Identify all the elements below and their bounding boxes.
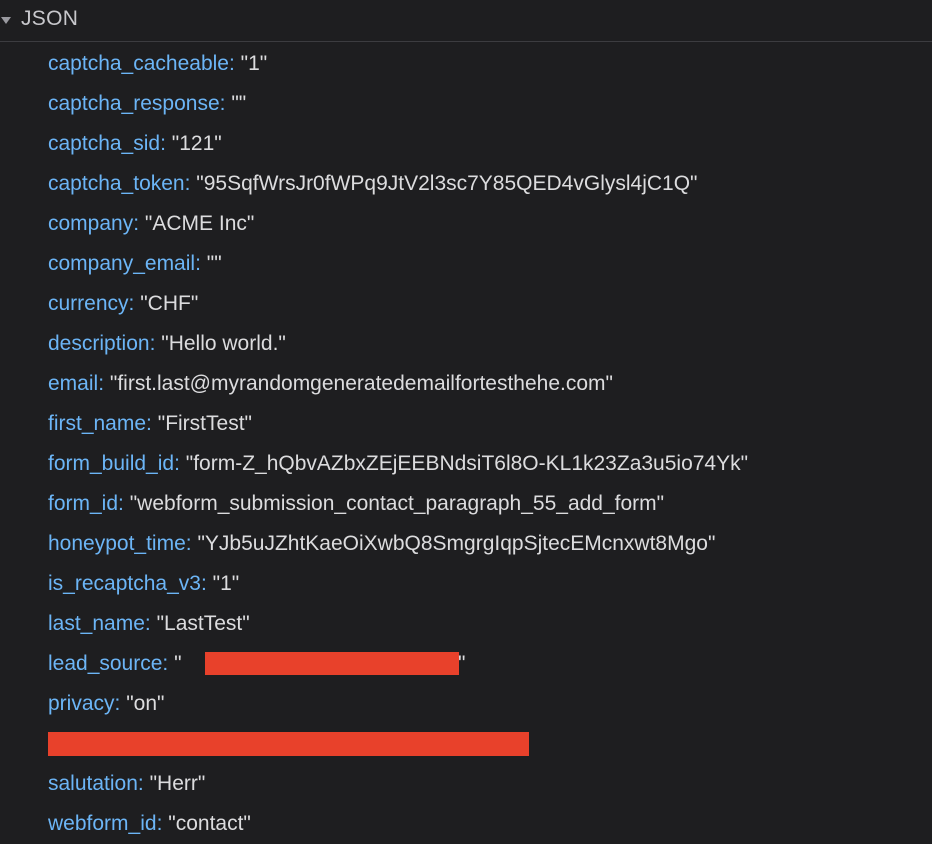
json-key: salutation xyxy=(48,772,138,795)
json-row[interactable]: company: "ACME Inc" xyxy=(48,204,928,244)
json-value: "LastTest" xyxy=(156,612,250,635)
json-row[interactable]: honeypot_time: "YJb5uJZhtKaeOiXwbQ8Smgrg… xyxy=(48,524,928,564)
json-value: "webform_submission_contact_paragraph_55… xyxy=(129,492,665,515)
json-key: company xyxy=(48,212,134,235)
json-value: "form-Z_hQbvAZbxZEjEEBNdsiT6l8O-KL1k23Za… xyxy=(185,452,749,475)
json-value: "ACME Inc" xyxy=(144,212,255,235)
json-row[interactable]: currency: "CHF" xyxy=(48,284,928,324)
json-section-header[interactable]: JSON xyxy=(0,0,932,42)
section-title: JSON xyxy=(21,6,79,30)
json-row[interactable]: email: "first.last@myrandomgeneratedemai… xyxy=(48,364,928,404)
json-value: "first.last@myrandomgeneratedemailfortes… xyxy=(109,372,613,395)
json-value: "" xyxy=(206,252,222,275)
json-value: "FirstTest" xyxy=(157,412,252,435)
json-key: lead_source xyxy=(48,652,163,675)
json-key: is_recaptcha_v3 xyxy=(48,572,201,595)
json-key: captcha_cacheable xyxy=(48,52,229,75)
json-row[interactable]: description: "Hello world." xyxy=(48,324,928,364)
json-key: captcha_token xyxy=(48,172,185,195)
json-row-redacted[interactable] xyxy=(48,724,928,764)
json-value: "" xyxy=(231,92,247,115)
json-key: email xyxy=(48,372,99,395)
json-value: "1" xyxy=(212,572,240,595)
json-row[interactable]: form_build_id: "form-Z_hQbvAZbxZEjEEBNds… xyxy=(48,444,928,484)
json-value: "95SqfWrsJr0fWPq9JtV2l3sc7Y85QED4vGlysl4… xyxy=(196,172,698,195)
json-value: "Herr" xyxy=(149,772,206,795)
json-row[interactable]: first_name: "FirstTest" xyxy=(48,404,928,444)
json-row[interactable]: salutation: "Herr" xyxy=(48,764,928,804)
json-value: "Hello world." xyxy=(161,332,286,355)
redaction-bar xyxy=(205,652,459,675)
json-key: currency xyxy=(48,292,129,315)
json-key: captcha_response xyxy=(48,92,220,115)
json-value-close-quote: " xyxy=(458,652,466,675)
json-row[interactable]: captcha_token: "95SqfWrsJr0fWPq9JtV2l3sc… xyxy=(48,164,928,204)
redaction-bar xyxy=(48,732,529,756)
json-row[interactable]: is_recaptcha_v3: "1" xyxy=(48,564,928,604)
json-value: "121" xyxy=(171,132,222,155)
json-key: privacy xyxy=(48,692,115,715)
disclosure-triangle-down-icon[interactable] xyxy=(1,16,11,24)
json-key: last_name xyxy=(48,612,145,635)
json-value: "1" xyxy=(240,52,268,75)
json-key: form_id xyxy=(48,492,119,515)
json-row[interactable]: form_id: "webform_submission_contact_par… xyxy=(48,484,928,524)
json-value: "on" xyxy=(126,692,165,715)
json-row[interactable]: webform_id: "contact" xyxy=(48,804,928,844)
json-key: first_name xyxy=(48,412,147,435)
json-key: form_build_id xyxy=(48,452,175,475)
json-row[interactable]: captcha_sid: "121" xyxy=(48,124,928,164)
json-row[interactable]: last_name: "LastTest" xyxy=(48,604,928,644)
json-key: webform_id xyxy=(48,812,157,835)
json-row[interactable]: company_email: "" xyxy=(48,244,928,284)
json-key: company_email xyxy=(48,252,196,275)
json-key: honeypot_time xyxy=(48,532,186,555)
json-key-value-list: captcha_cacheable: "1" captcha_response:… xyxy=(48,44,928,844)
json-value: "CHF" xyxy=(140,292,199,315)
json-value-open-quote: " xyxy=(174,652,182,675)
json-key: captcha_sid xyxy=(48,132,161,155)
json-row[interactable]: lead_source: " " xyxy=(48,644,928,684)
json-key: description xyxy=(48,332,150,355)
json-row[interactable]: privacy: "on" xyxy=(48,684,928,724)
json-row[interactable]: captcha_cacheable: "1" xyxy=(48,44,928,84)
json-value: "contact" xyxy=(168,812,251,835)
json-row[interactable]: captcha_response: "" xyxy=(48,84,928,124)
json-value: "YJb5uJZhtKaeOiXwbQ8SmgrgIqpSjtecEMcnxwt… xyxy=(197,532,716,555)
